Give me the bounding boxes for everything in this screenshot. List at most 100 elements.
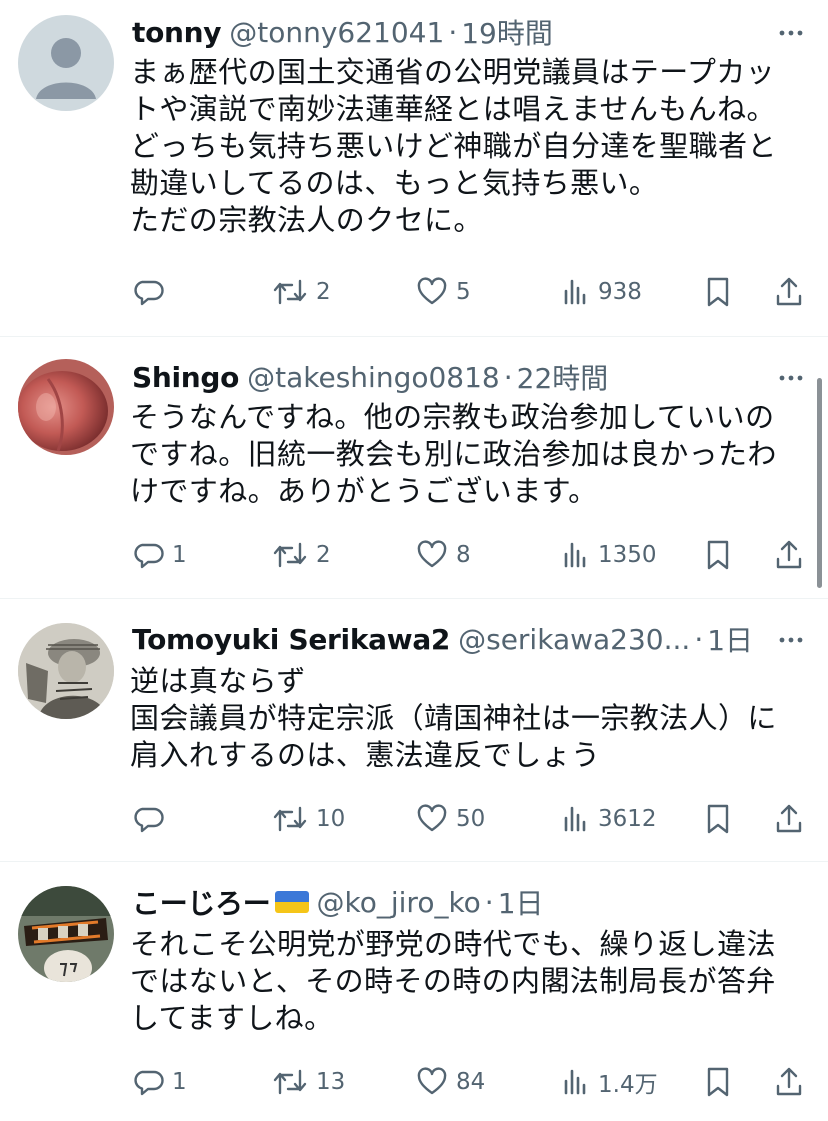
post-text: まぁ歴代の国土交通省の公明党議員はテープカットや演説で南妙法蓮華経とは唱えません… — [130, 55, 777, 237]
display-name[interactable]: Tomoyuki Serikawa2 — [132, 623, 450, 656]
views-icon — [564, 806, 586, 832]
share-button[interactable] — [774, 1062, 804, 1102]
like-count: 84 — [456, 1069, 486, 1095]
action-bar: 10 50 3612 — [130, 799, 810, 839]
display-name[interactable]: こーじろー — [132, 882, 271, 922]
repost-icon — [273, 279, 307, 305]
more-icon[interactable] — [776, 18, 806, 48]
like-button[interactable]: 5 — [416, 272, 471, 312]
reply-button[interactable]: 1 — [134, 535, 187, 575]
username[interactable]: @serikawa230... — [458, 623, 690, 656]
repost-button[interactable]: 2 — [272, 535, 331, 575]
post-header: Shingo @takeshingo0818 · 22時間 — [132, 357, 768, 397]
more-icon[interactable] — [776, 625, 806, 655]
timestamp[interactable]: 19時間 — [461, 12, 553, 52]
bookmark-icon — [707, 540, 729, 570]
heart-icon — [417, 540, 447, 568]
display-name[interactable]: tonny — [132, 16, 222, 49]
reply-count: 1 — [172, 1069, 187, 1095]
avatar-tonny[interactable] — [18, 15, 114, 111]
timestamp[interactable]: 1日 — [707, 619, 753, 659]
bookmark-button[interactable] — [704, 535, 732, 575]
post-header: こーじろー @ko_jiro_ko · 1日 — [132, 882, 768, 922]
more-icon[interactable] — [776, 363, 806, 393]
bookmark-icon — [707, 277, 729, 307]
post-text: それこそ公明党が野党の時代でも、繰り返し違法ではないと、その時その時の内閣法制局… — [130, 927, 776, 1035]
post-shingo[interactable]: Shingo @takeshingo0818 · 22時間 そうなんですね。他の… — [0, 337, 828, 598]
like-button[interactable]: 84 — [416, 1062, 485, 1102]
heart-icon — [417, 277, 447, 305]
post-text: そうなんですね。他の宗教も政治参加していいのですね。旧統一教会も別に政治参加は良… — [130, 400, 777, 508]
bookmark-button[interactable] — [704, 1062, 732, 1102]
share-icon — [776, 804, 802, 833]
default-avatar-icon — [18, 15, 114, 111]
avatar-shingo[interactable] — [18, 359, 114, 455]
like-count: 8 — [456, 542, 471, 568]
bookmark-button[interactable] — [704, 272, 732, 312]
like-button[interactable]: 50 — [416, 799, 485, 839]
display-name[interactable]: Shingo — [132, 361, 239, 394]
share-icon — [776, 540, 802, 569]
username[interactable]: @takeshingo0818 — [247, 361, 500, 394]
avatar-serikawa[interactable] — [18, 623, 114, 719]
action-bar: 1 13 84 1.4万 — [130, 1062, 810, 1102]
view-count: 938 — [598, 279, 642, 305]
like-button[interactable]: 8 — [416, 535, 471, 575]
reply-button[interactable] — [134, 272, 172, 312]
views-icon — [564, 1069, 586, 1095]
view-count: 1350 — [598, 542, 657, 568]
heart-icon — [417, 1067, 447, 1095]
peach-photo-icon — [18, 359, 114, 455]
views-button[interactable]: 1350 — [562, 535, 657, 575]
repost-icon — [273, 1069, 307, 1095]
bookmark-button[interactable] — [704, 799, 732, 839]
repost-icon — [273, 542, 307, 568]
repost-count: 10 — [316, 806, 346, 832]
post-tonny[interactable]: tonny @tonny621041 · 19時間 まぁ歴代の国土交通省の公明党… — [0, 0, 828, 336]
share-icon — [776, 1067, 802, 1096]
repost-count: 2 — [316, 279, 331, 305]
share-button[interactable] — [774, 272, 804, 312]
reply-icon — [134, 543, 164, 569]
reply-button[interactable] — [134, 799, 172, 839]
reply-icon — [134, 280, 164, 306]
repost-button[interactable]: 13 — [272, 1062, 345, 1102]
bookmark-icon — [707, 804, 729, 834]
share-button[interactable] — [774, 535, 804, 575]
username[interactable]: @tonny621041 — [229, 16, 444, 49]
post-text: 逆は真ならず 国会議員が特定宗派（靖国神社は一宗教法人）に肩入れするのは、憲法違… — [130, 664, 777, 772]
timestamp[interactable]: 22時間 — [517, 357, 609, 397]
username[interactable]: @ko_jiro_ko — [317, 886, 481, 919]
separator-dot: · — [694, 622, 704, 656]
engraving-portrait-icon — [18, 623, 114, 719]
like-count: 5 — [456, 279, 471, 305]
separator-dot: · — [503, 360, 513, 394]
post-header: tonny @tonny621041 · 19時間 — [132, 12, 768, 52]
post-serikawa[interactable]: Tomoyuki Serikawa2 @serikawa230... · 1日 … — [0, 599, 828, 861]
reply-count: 1 — [172, 542, 187, 568]
post-kojiro[interactable]: こーじろー @ko_jiro_ko · 1日 それこそ公明党が野党の時代でも、繰… — [0, 862, 828, 1121]
heart-icon — [417, 804, 447, 832]
views-icon — [564, 279, 586, 305]
timestamp[interactable]: 1日 — [498, 882, 544, 922]
reply-button[interactable]: 1 — [134, 1062, 187, 1102]
repost-button[interactable]: 10 — [272, 799, 345, 839]
post-header: Tomoyuki Serikawa2 @serikawa230... · 1日 — [132, 619, 768, 659]
repost-button[interactable]: 2 — [272, 272, 331, 312]
avatar-kojiro[interactable] — [18, 886, 114, 982]
bookmark-icon — [707, 1067, 729, 1097]
share-icon — [776, 277, 802, 306]
share-button[interactable] — [774, 799, 804, 839]
views-button[interactable]: 3612 — [562, 799, 657, 839]
views-button[interactable]: 938 — [562, 272, 642, 312]
baseball-fan-photo-icon — [18, 886, 114, 982]
view-count: 1.4万 — [598, 1072, 658, 1098]
like-count: 50 — [456, 806, 486, 832]
ukraine-flag-icon — [274, 891, 309, 913]
separator-dot: · — [448, 15, 458, 49]
repost-count: 2 — [316, 542, 331, 568]
action-bar: 1 2 8 1350 — [130, 535, 810, 575]
action-bar: 2 5 938 — [130, 272, 810, 312]
views-button[interactable]: 1.4万 — [562, 1062, 658, 1102]
scrollbar[interactable] — [817, 378, 822, 588]
